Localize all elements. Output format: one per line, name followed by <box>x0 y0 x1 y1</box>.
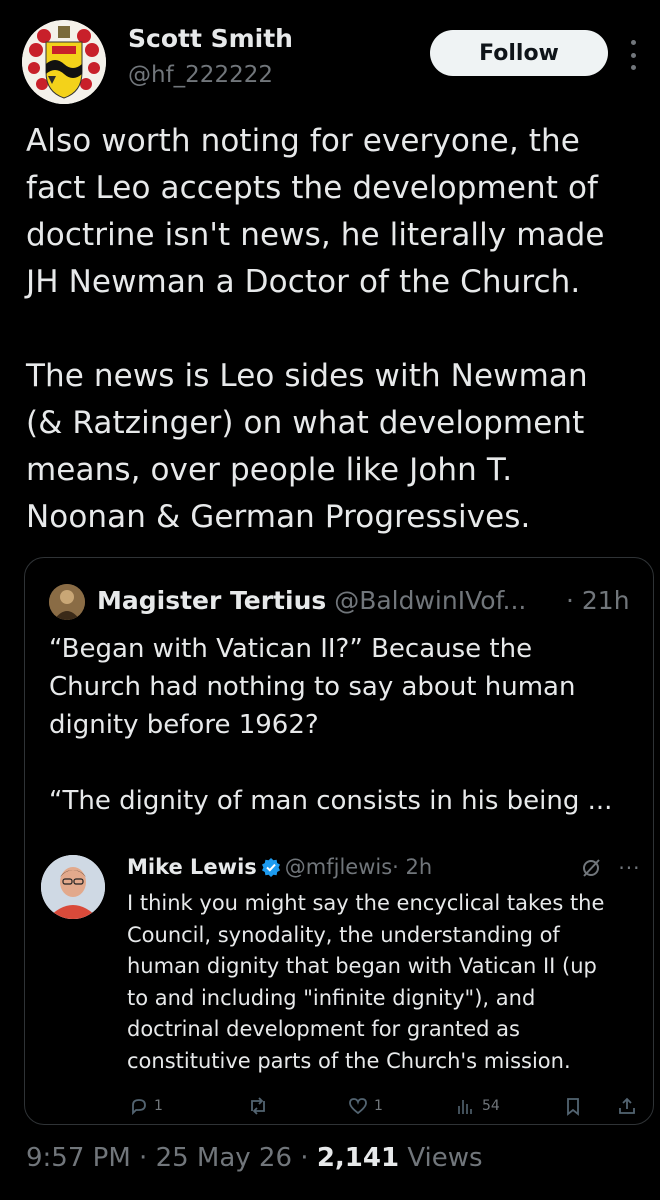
like-count: 1 <box>374 1098 383 1114</box>
quote-author-handle: @BaldwinIVof... <box>334 586 527 615</box>
quote-line: dignity before 1962? <box>49 710 319 740</box>
heraldic-shield-icon <box>22 20 106 104</box>
more-options-icon[interactable] <box>630 40 636 70</box>
embedded-bookmark <box>563 1096 583 1116</box>
post-time[interactable]: 9:57 PM <box>26 1143 131 1173</box>
quote-line: “Began with Vatican II?” Because the <box>49 634 533 664</box>
views-total: 2,141 <box>316 1143 400 1173</box>
embedded-views: 54 <box>455 1096 500 1116</box>
tweet-line: fact Leo accepts the development of <box>26 170 599 206</box>
embedded-repost <box>247 1096 269 1116</box>
quote-tweet-card[interactable]: Magister Tertius @BaldwinIVof... · 21h “… <box>24 557 654 1125</box>
tweet-line: Also worth noting for everyone, the <box>26 123 580 159</box>
follow-button[interactable]: Follow <box>430 30 608 76</box>
tweet-text: Also worth noting for everyone, the fact… <box>26 118 636 541</box>
embedded-like: 1 <box>347 1096 383 1116</box>
quote-header: Magister Tertius @BaldwinIVof... <box>97 586 526 615</box>
portrait-icon <box>49 584 85 620</box>
views-count: 54 <box>482 1098 500 1114</box>
quote-timestamp: · 21h <box>566 586 630 615</box>
quote-author-name: Magister Tertius <box>97 586 327 615</box>
more-options-icon: ··· <box>618 856 641 880</box>
verified-badge-icon <box>261 857 281 882</box>
heart-icon <box>349 1098 367 1115</box>
tweet-line: JH Newman a Doctor of the Church. <box>26 264 581 300</box>
embedded-line: constitutive parts of the Church's missi… <box>127 1048 571 1073</box>
embedded-line: Council, synodality, the understanding o… <box>127 922 560 947</box>
quote-line: Church had nothing to say about human <box>49 672 576 702</box>
author-name[interactable]: Scott Smith <box>128 24 293 53</box>
embedded-author-name: Mike Lewis <box>127 855 257 879</box>
repost-icon <box>251 1097 265 1115</box>
embedded-header-icons: ··· <box>580 856 640 880</box>
reply-count: 1 <box>154 1098 163 1114</box>
author-handle[interactable]: @hf_222222 <box>128 62 273 88</box>
embedded-timestamp: · 2h <box>392 855 433 879</box>
embedded-author-handle: @mfjlewis <box>284 855 393 879</box>
embedded-line: I think you might say the encyclical tak… <box>127 891 605 915</box>
tweet-line: (& Ratzinger) on what development <box>26 405 585 441</box>
tweet-line: Noonan & German Progressives. <box>26 499 531 535</box>
embedded-text: I think you might say the encyclical tak… <box>127 888 637 1077</box>
grok-icon <box>580 856 608 880</box>
embedded-reply: 1 <box>129 1096 163 1116</box>
share-icon <box>619 1097 635 1114</box>
tweet-detail: Scott Smith @hf_222222 Follow Also worth… <box>0 0 660 1200</box>
quote-text: “Began with Vatican II?” Because the Chu… <box>49 630 639 820</box>
embedded-author-avatar <box>41 855 105 919</box>
tweet-line: The news is Leo sides with Newman <box>26 358 588 394</box>
views-label: Views <box>399 1143 483 1173</box>
embedded-share <box>617 1096 637 1116</box>
tweet-meta: 9:57 PM · 25 May 26 · 2,141 Views <box>26 1143 483 1173</box>
separator: · <box>130 1143 156 1173</box>
embedded-line: doctrinal development for granted as <box>127 1017 520 1041</box>
quote-author-avatar <box>49 584 85 620</box>
person-photo-icon <box>41 855 105 919</box>
author-avatar[interactable] <box>22 20 106 104</box>
tweet-line: means, over people like John T. <box>26 452 513 488</box>
embedded-line: to and including "infinite dignity"), an… <box>127 985 536 1010</box>
embedded-action-bar: 1 1 54 <box>129 1092 649 1120</box>
reply-icon <box>132 1099 146 1116</box>
embedded-line: human dignity that began with Vatican II… <box>127 954 597 978</box>
separator: · <box>292 1143 317 1173</box>
bookmark-icon <box>567 1098 579 1116</box>
tweet-line: doctrine isn't news, he literally made <box>26 217 605 253</box>
quote-line: “The dignity of man consists in his bein… <box>49 786 613 816</box>
embedded-header: Mike Lewis @mfjlewis· 2h <box>127 855 432 882</box>
post-date[interactable]: 25 May 26 <box>156 1143 292 1173</box>
views-chart-icon <box>458 1100 472 1114</box>
